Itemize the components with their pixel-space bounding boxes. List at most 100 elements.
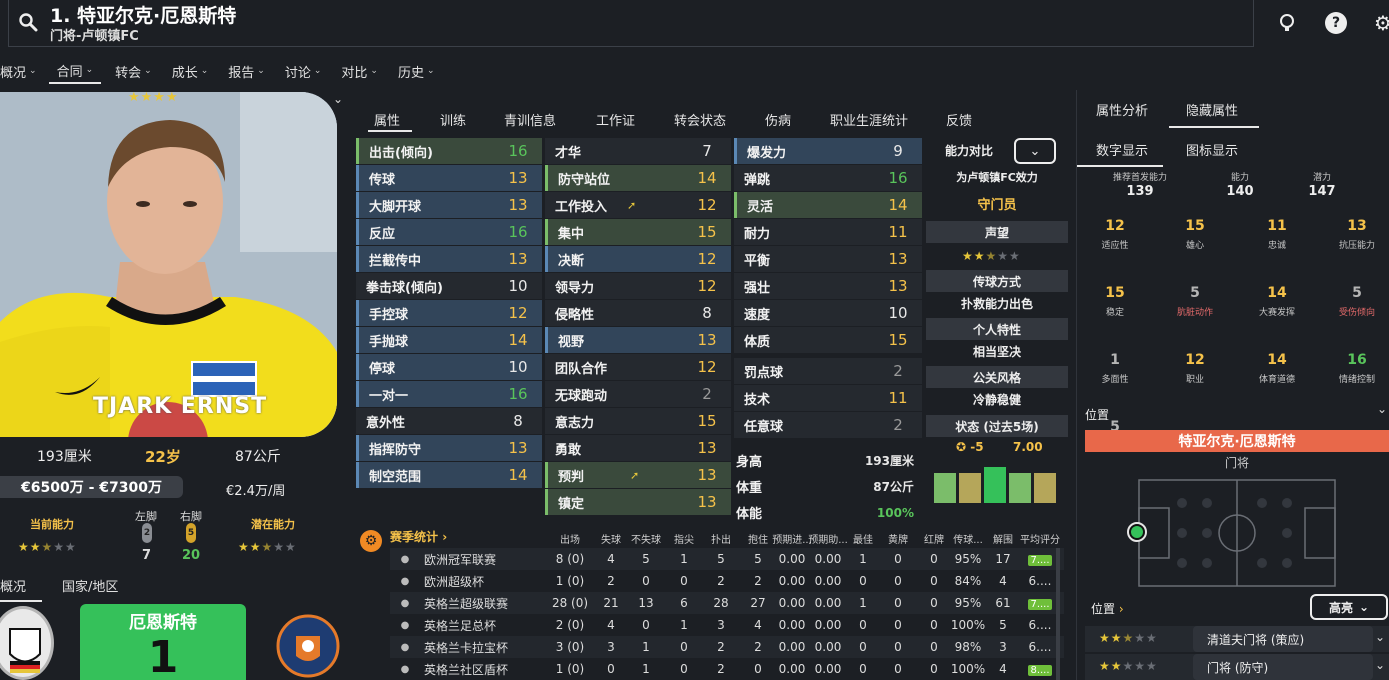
season-row[interactable]: ● 欧洲冠军联赛 8 (0) 4 5 1 5 5 0.00 0.00 1 0 0 95% 17 7....: [390, 548, 1064, 570]
menu-contract[interactable]: 合同 ⌄: [48, 58, 102, 84]
attribute-row[interactable]: 决断 12: [545, 246, 731, 272]
season-row[interactable]: ● 英格兰足总杯 2 (0) 4 0 1 3 4 0.00 0.00 0 0 0 100% 5 6....: [390, 614, 1064, 636]
menu-compare[interactable]: 对比 ⌄: [333, 58, 386, 84]
attribute-row[interactable]: 勇敢 13: [545, 435, 731, 461]
attribute-row[interactable]: 视野 13: [545, 327, 731, 353]
attribute-row[interactable]: 镇定 13: [545, 489, 731, 515]
gk-position-marker[interactable]: [1127, 522, 1147, 542]
tab-nation[interactable]: 国家/地区: [62, 576, 118, 595]
height-value: 193厘米: [37, 449, 92, 465]
attribute-row[interactable]: 拳击球(倾向) 10: [356, 273, 542, 299]
attribute-row[interactable]: 意外性 8: [356, 408, 542, 434]
attribute-row[interactable]: 手控球 12: [356, 300, 542, 326]
attribute-row[interactable]: 停球 10: [356, 354, 542, 380]
attribute-row[interactable]: 强壮 13: [734, 273, 922, 299]
menu-reports[interactable]: 报告 ⌄: [220, 58, 273, 84]
role-select[interactable]: 清道夫门将 (策应): [1193, 626, 1373, 652]
attribute-row[interactable]: 工作投入 ➚ 12: [545, 192, 731, 218]
tab-numeric[interactable]: 数字显示: [1096, 140, 1148, 159]
attribute-row[interactable]: 预判 ➚ 13: [545, 462, 731, 488]
chevron-down-icon[interactable]: ⌄: [1377, 402, 1387, 416]
attribute-row[interactable]: 耐力 11: [734, 219, 922, 245]
season-row[interactable]: ● 英格兰超级联赛 28 (0) 21 13 6 28 27 0.00 0.00 1 0 0 95% 61 7…: [390, 592, 1064, 614]
attribute-row[interactable]: 弹跳 16: [734, 165, 922, 191]
attribute-row[interactable]: 指挥防守 13: [356, 435, 542, 461]
season-row[interactable]: ● 英格兰卡拉宝杯 3 (0) 3 1 0 2 2 0.00 0.00 0 0 0 98% 3 6....: [390, 636, 1064, 658]
body-stat-row: 身高 193厘米: [734, 448, 922, 473]
role-row[interactable]: ★★★★★ 门将 (防守) ⌄: [1085, 654, 1389, 680]
tab-hidden-attributes[interactable]: 隐藏属性: [1186, 100, 1238, 119]
attribute-row[interactable]: 体质 15: [734, 327, 922, 353]
tab-attributes[interactable]: 属性: [374, 110, 400, 129]
attribute-row[interactable]: 任意球 2: [734, 412, 922, 438]
attribute-row[interactable]: 一对一 16: [356, 381, 542, 407]
season-header-cell[interactable]: 指尖: [664, 531, 704, 546]
tab-overview[interactable]: 概况: [0, 576, 26, 595]
position-label-2[interactable]: 位置 ›: [1091, 600, 1124, 617]
attribute-row[interactable]: 制空范围 14: [356, 462, 542, 488]
attribute-row[interactable]: 防守站位 14: [545, 165, 731, 191]
menu-history[interactable]: 历史 ⌄: [390, 58, 443, 84]
attribute-row[interactable]: 团队合作 12: [545, 354, 731, 380]
season-row[interactable]: ● 英格兰社区盾杯 1 (0) 0 1 0 2 0 0.00 0.00 0 0 0 100% 4 8....: [390, 658, 1064, 680]
attribute-row[interactable]: 平衡 13: [734, 246, 922, 272]
tab-youth[interactable]: 青训信息: [504, 110, 556, 129]
attribute-row[interactable]: 才华 7: [545, 138, 731, 164]
tab-training[interactable]: 训练: [440, 110, 466, 129]
season-header-cell[interactable]: 平均评分: [1020, 531, 1060, 546]
season-header-cell[interactable]: 失球: [591, 531, 631, 546]
season-header-cell[interactable]: 不失球: [626, 531, 666, 546]
chevron-down-icon: ⌄: [370, 66, 378, 76]
help-icon[interactable]: ?: [1325, 12, 1347, 34]
value-range-pill[interactable]: €6500万 - €7300万: [0, 476, 183, 498]
form-bars: [934, 458, 1060, 503]
attribute-row[interactable]: 罚点球 2: [734, 358, 922, 384]
search-icon[interactable]: [18, 12, 38, 32]
season-header-cell[interactable]: 解围: [983, 531, 1023, 546]
chevron-down-icon[interactable]: ⌄: [333, 92, 343, 106]
role-row[interactable]: ★★★★★ 清道夫门将 (策应) ⌄: [1085, 626, 1389, 652]
attribute-row[interactable]: 领导力 12: [545, 273, 731, 299]
season-header-cell[interactable]: 预期进...: [772, 531, 812, 546]
tab-transfer-status[interactable]: 转会状态: [674, 110, 726, 129]
gear-icon[interactable]: ⚙: [1372, 11, 1389, 35]
attribute-row[interactable]: 无球跑动 2: [545, 381, 731, 407]
attribute-row[interactable]: 反应 16: [356, 219, 542, 245]
attribute-row[interactable]: 灵活 14: [734, 192, 922, 218]
attribute-row[interactable]: 技术 11: [734, 385, 922, 411]
attribute-row[interactable]: 出击(倾向) 16: [356, 138, 542, 164]
tab-icon-display[interactable]: 图标显示: [1186, 140, 1238, 159]
tab-attribute-analysis[interactable]: 属性分析: [1096, 100, 1148, 119]
attribute-row[interactable]: 速度 10: [734, 300, 922, 326]
tab-career-stats[interactable]: 职业生涯统计: [830, 110, 908, 129]
menu-discuss[interactable]: 讨论 ⌄: [277, 58, 330, 84]
highlight-dropdown[interactable]: 高亮 ⌄: [1310, 594, 1388, 620]
season-header-cell[interactable]: 黄牌: [878, 531, 918, 546]
menu-transfer[interactable]: 转会 ⌄: [107, 58, 160, 84]
attribute-row[interactable]: 集中 15: [545, 219, 731, 245]
attribute-label: 镇定: [558, 496, 585, 512]
tab-feedback[interactable]: 反馈: [946, 110, 972, 129]
brain-icon[interactable]: [1276, 12, 1298, 34]
scrollbar[interactable]: [1056, 548, 1060, 680]
menu-development[interactable]: 成长 ⌄: [164, 58, 217, 84]
attribute-row[interactable]: 意志力 15: [545, 408, 731, 434]
current-ability-stars: ★★★★★: [18, 540, 77, 554]
attribute-row[interactable]: 手抛球 14: [356, 327, 542, 353]
compare-dropdown[interactable]: ⌄: [1014, 138, 1056, 164]
attribute-row[interactable]: 拦截传中 13: [356, 246, 542, 272]
season-header-cell[interactable]: 预期助...: [808, 531, 848, 546]
season-header-cell[interactable]: 最佳: [843, 531, 883, 546]
menu-overview[interactable]: 概况 ⌄: [0, 58, 45, 84]
season-header-cell[interactable]: 扑出: [701, 531, 741, 546]
attribute-row[interactable]: 侵略性 8: [545, 300, 731, 326]
tab-workpermit[interactable]: 工作证: [596, 110, 635, 129]
season-header-cell[interactable]: 出场: [550, 531, 590, 546]
role-select[interactable]: 门将 (防守): [1193, 654, 1373, 680]
season-header-cell[interactable]: 传球...: [948, 531, 988, 546]
attribute-row[interactable]: 大脚开球 13: [356, 192, 542, 218]
attribute-row[interactable]: 爆发力 9: [734, 138, 922, 164]
tab-injuries[interactable]: 伤病: [765, 110, 791, 129]
attribute-row[interactable]: 传球 13: [356, 165, 542, 191]
season-row[interactable]: ● 欧洲超级杯 1 (0) 2 0 0 2 2 0.00 0.00 0 0 0 84% 4 6....: [390, 570, 1064, 592]
